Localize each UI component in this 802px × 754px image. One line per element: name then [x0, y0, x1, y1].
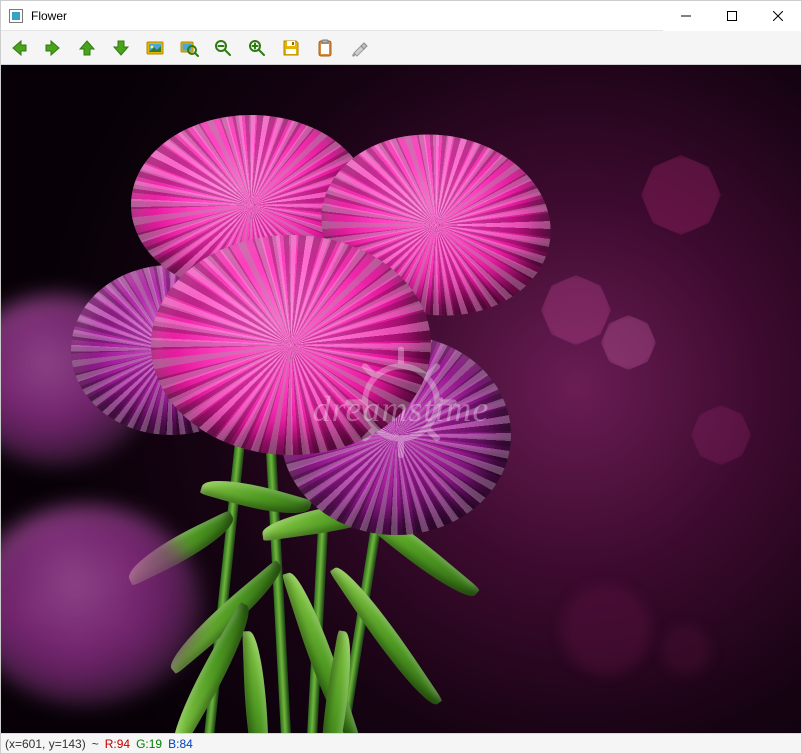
title-bar: Flower	[1, 1, 801, 31]
zoom-in-button[interactable]	[245, 36, 269, 60]
status-r-value: R:94	[105, 737, 130, 751]
image-viewport[interactable]: dreamstime	[1, 65, 801, 733]
copy-button[interactable]	[313, 36, 337, 60]
image-viewer-window: Flower	[0, 0, 802, 754]
reset-button[interactable]	[347, 36, 371, 60]
close-button[interactable]	[755, 1, 801, 31]
window-title: Flower	[31, 9, 67, 23]
status-b-value: B:84	[168, 737, 193, 751]
back-button[interactable]	[7, 36, 31, 60]
save-button[interactable]	[279, 36, 303, 60]
toolbar	[1, 31, 801, 65]
minimize-button[interactable]	[663, 1, 709, 31]
status-separator: ~	[92, 737, 99, 751]
down-button[interactable]	[109, 36, 133, 60]
app-icon	[8, 8, 24, 24]
fit-window-button[interactable]	[177, 36, 201, 60]
zoom-out-button[interactable]	[211, 36, 235, 60]
status-bar: (x=601, y=143) ~ R:94 G:19 B:84	[1, 733, 801, 753]
forward-button[interactable]	[41, 36, 65, 60]
status-g-value: G:19	[136, 737, 162, 751]
up-button[interactable]	[75, 36, 99, 60]
status-coordinates: (x=601, y=143)	[5, 737, 86, 751]
original-size-button[interactable]	[143, 36, 167, 60]
maximize-button[interactable]	[709, 1, 755, 31]
image-content: dreamstime	[1, 65, 801, 733]
